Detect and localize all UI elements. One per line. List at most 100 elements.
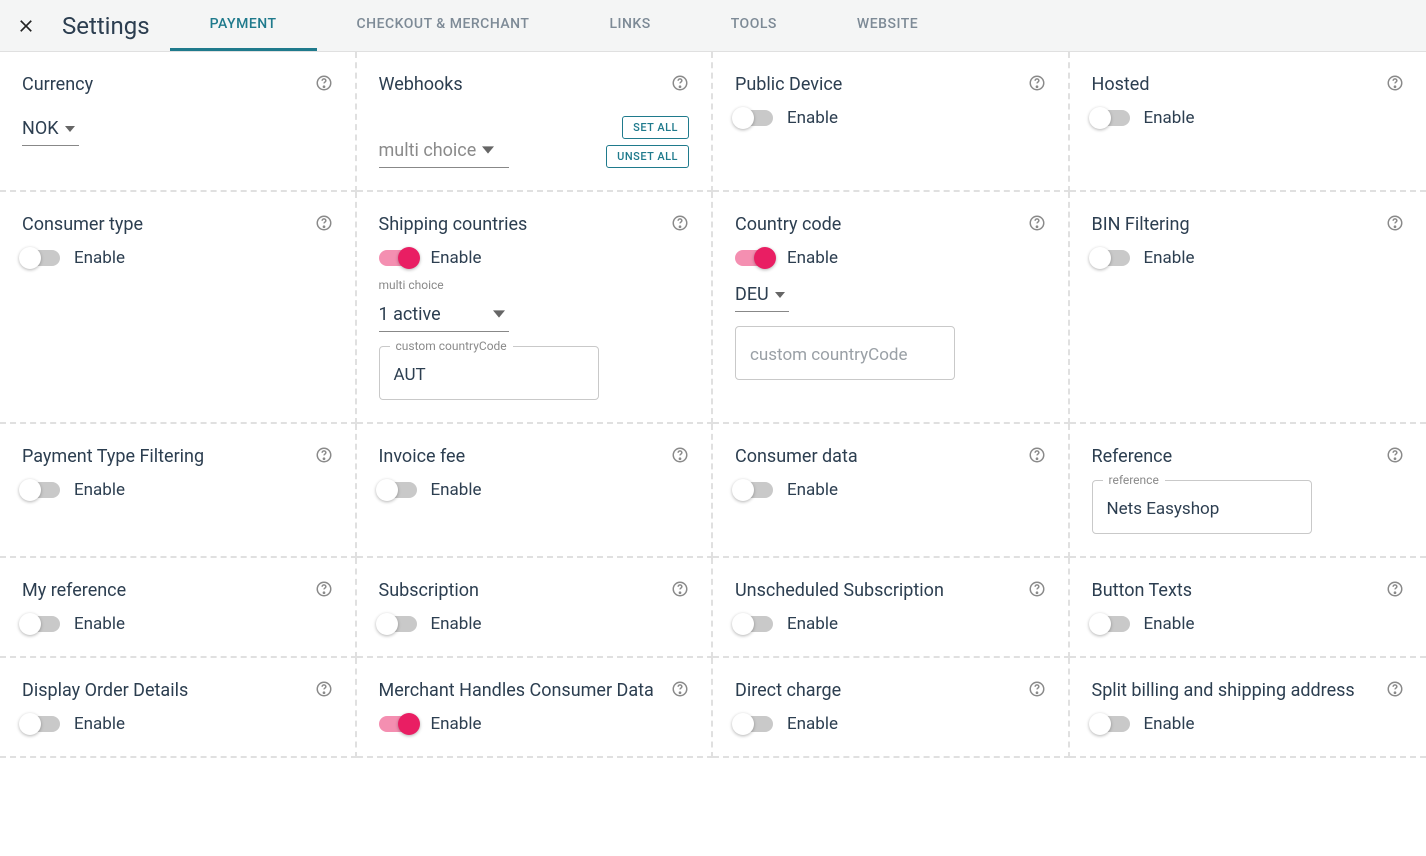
- help-icon[interactable]: [1386, 446, 1404, 468]
- consumer-type-toggle[interactable]: [22, 250, 60, 266]
- card-title: Unscheduled Subscription: [735, 580, 944, 601]
- close-icon: [16, 16, 36, 36]
- close-button[interactable]: [0, 0, 52, 52]
- custom-country-code-field[interactable]: custom countryCode AUT: [379, 346, 599, 400]
- help-icon[interactable]: [1028, 446, 1046, 468]
- help-icon[interactable]: [1386, 74, 1404, 96]
- set-all-button[interactable]: SET ALL: [622, 116, 689, 139]
- card-title: Reference: [1092, 446, 1173, 467]
- card-invoice-fee: Invoice fee Enable: [357, 424, 714, 558]
- unset-all-button[interactable]: UNSET ALL: [606, 145, 689, 168]
- help-icon[interactable]: [1028, 74, 1046, 96]
- card-title: Direct charge: [735, 680, 841, 701]
- toggle-label: Enable: [431, 480, 482, 500]
- button-texts-toggle[interactable]: [1092, 616, 1130, 632]
- currency-value: NOK: [22, 118, 59, 139]
- toggle-label: Enable: [1144, 248, 1195, 268]
- card-title: Consumer data: [735, 446, 858, 467]
- custom-country-code-input[interactable]: custom countryCode: [735, 326, 955, 380]
- payment-type-filtering-toggle[interactable]: [22, 482, 60, 498]
- help-icon[interactable]: [1028, 580, 1046, 602]
- tab-website[interactable]: WEBSITE: [817, 0, 958, 51]
- webhooks-select-value: multi choice: [379, 140, 477, 161]
- card-title: Button Texts: [1092, 580, 1193, 601]
- card-title: BIN Filtering: [1092, 214, 1190, 235]
- card-merchant-handles-consumer-data: Merchant Handles Consumer Data Enable: [357, 658, 714, 758]
- toggle-label: Enable: [74, 614, 125, 634]
- card-bin-filtering: BIN Filtering Enable: [1070, 192, 1426, 424]
- card-title: Consumer type: [22, 214, 143, 235]
- help-icon[interactable]: [315, 74, 333, 96]
- webhooks-buttons: SET ALL UNSET ALL: [606, 116, 689, 168]
- help-icon[interactable]: [671, 680, 689, 702]
- tab-checkout-merchant[interactable]: CHECKOUT & MERCHANT: [317, 0, 570, 51]
- help-icon[interactable]: [315, 214, 333, 236]
- shipping-countries-select-value: 1 active: [379, 304, 441, 325]
- field-label: reference: [1103, 473, 1165, 487]
- card-title: Hosted: [1092, 74, 1150, 95]
- consumer-data-toggle[interactable]: [735, 482, 773, 498]
- country-code-select[interactable]: DEU: [735, 278, 789, 312]
- card-country-code: Country code Enable DEU custom countryCo…: [713, 192, 1070, 424]
- card-title: Split billing and shipping address: [1092, 680, 1355, 701]
- field-label: custom countryCode: [390, 339, 513, 353]
- country-code-value: DEU: [735, 284, 769, 305]
- merchant-handles-consumer-data-toggle[interactable]: [379, 716, 417, 732]
- toggle-label: Enable: [787, 248, 838, 268]
- toggle-label: Enable: [74, 480, 125, 500]
- tab-links[interactable]: LINKS: [569, 0, 690, 51]
- chevron-down-icon: [775, 285, 785, 304]
- help-icon[interactable]: [1028, 680, 1046, 702]
- country-code-toggle[interactable]: [735, 250, 773, 266]
- help-icon[interactable]: [315, 680, 333, 702]
- shipping-countries-select[interactable]: 1 active: [379, 298, 509, 332]
- subscription-toggle[interactable]: [379, 616, 417, 632]
- custom-country-code-value: AUT: [394, 365, 426, 385]
- toggle-label: Enable: [787, 480, 838, 500]
- help-icon[interactable]: [315, 580, 333, 602]
- toggle-label: Enable: [74, 248, 125, 268]
- hosted-toggle[interactable]: [1092, 110, 1130, 126]
- help-icon[interactable]: [1028, 214, 1046, 236]
- card-title: Invoice fee: [379, 446, 466, 467]
- card-title: Country code: [735, 214, 841, 235]
- toggle-label: Enable: [74, 714, 125, 734]
- card-hosted: Hosted Enable: [1070, 52, 1426, 192]
- currency-select[interactable]: NOK: [22, 112, 79, 146]
- bin-filtering-toggle[interactable]: [1092, 250, 1130, 266]
- help-icon[interactable]: [1386, 580, 1404, 602]
- webhooks-select[interactable]: multi choice: [379, 134, 509, 168]
- card-reference: Reference reference Nets Easyshop: [1070, 424, 1426, 558]
- display-order-details-toggle[interactable]: [22, 716, 60, 732]
- chevron-down-icon: [493, 305, 505, 324]
- help-icon[interactable]: [671, 580, 689, 602]
- help-icon[interactable]: [1386, 214, 1404, 236]
- help-icon[interactable]: [671, 214, 689, 236]
- card-subscription: Subscription Enable: [357, 558, 714, 658]
- shipping-countries-toggle[interactable]: [379, 250, 417, 266]
- toggle-label: Enable: [1144, 108, 1195, 128]
- custom-country-code-placeholder: custom countryCode: [750, 345, 908, 365]
- tab-tools[interactable]: TOOLS: [691, 0, 817, 51]
- split-billing-toggle[interactable]: [1092, 716, 1130, 732]
- public-device-toggle[interactable]: [735, 110, 773, 126]
- card-display-order-details: Display Order Details Enable: [0, 658, 357, 758]
- my-reference-toggle[interactable]: [22, 616, 60, 632]
- unscheduled-subscription-toggle[interactable]: [735, 616, 773, 632]
- settings-grid: Currency NOK Webhooks multi choice SET A…: [0, 52, 1426, 758]
- tabs: PAYMENT CHECKOUT & MERCHANT LINKS TOOLS …: [170, 0, 1426, 51]
- help-icon[interactable]: [671, 446, 689, 468]
- toggle-label: Enable: [787, 614, 838, 634]
- direct-charge-toggle[interactable]: [735, 716, 773, 732]
- tab-payment[interactable]: PAYMENT: [170, 0, 317, 51]
- help-icon[interactable]: [315, 446, 333, 468]
- invoice-fee-toggle[interactable]: [379, 482, 417, 498]
- chevron-down-icon: [482, 141, 494, 160]
- toggle-label: Enable: [431, 614, 482, 634]
- reference-value: Nets Easyshop: [1107, 499, 1220, 519]
- help-icon[interactable]: [1386, 680, 1404, 702]
- card-title: Merchant Handles Consumer Data: [379, 680, 654, 701]
- help-icon[interactable]: [671, 74, 689, 96]
- reference-field[interactable]: reference Nets Easyshop: [1092, 480, 1312, 534]
- card-title: Currency: [22, 74, 93, 95]
